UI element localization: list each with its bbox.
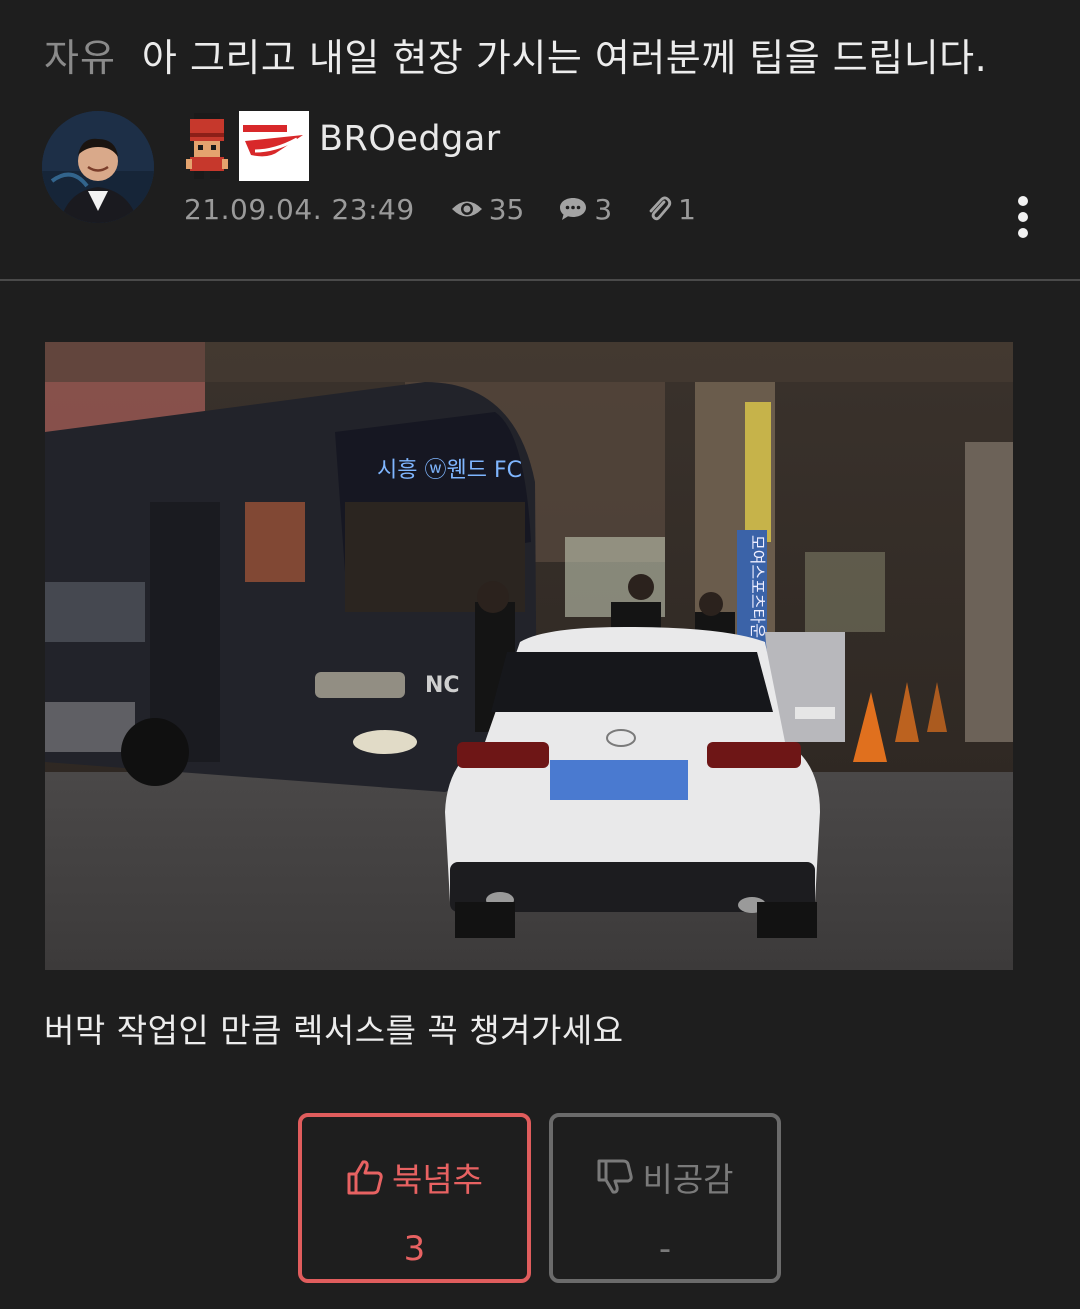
post-title: 아 그리고 내일 현장 가시는 여러분께 팁을 드립니다.: [141, 35, 988, 80]
attachment-count[interactable]: 1: [646, 193, 696, 226]
banner-text: 모여스포츠타운: [748, 535, 767, 638]
downvote-count: -: [658, 1229, 672, 1269]
downvote-label: 비공감: [642, 1160, 734, 1199]
user-level-icon: [184, 113, 230, 179]
comment-count-value: 3: [594, 192, 613, 226]
thumbs-up-icon: [347, 1160, 383, 1195]
team-badge-icon: [239, 111, 309, 181]
more-vertical-icon: [1018, 196, 1028, 206]
bus-sign-text: 시흥 ⓦ웬드 FC: [377, 458, 522, 483]
upvote-count: 3: [403, 1229, 426, 1269]
post-date: 21.09.04. 23:49: [184, 192, 415, 226]
downvote-button[interactable]: 비공감 -: [549, 1113, 781, 1283]
eye-icon: [451, 201, 482, 217]
upvote-button[interactable]: 북념추 3: [298, 1113, 531, 1283]
author-avatar[interactable]: [42, 111, 154, 223]
header-divider: [0, 279, 1080, 281]
comment-count[interactable]: 3: [558, 193, 612, 226]
view-count-value: 35: [488, 192, 525, 226]
post-category[interactable]: 자유: [44, 27, 116, 82]
author-username[interactable]: BROedgar: [319, 119, 501, 159]
thumbs-down-icon: [597, 1159, 634, 1194]
more-options-button[interactable]: [1008, 196, 1038, 238]
post-meta: 21.09.04. 23:49 35 3 1: [184, 188, 730, 230]
upvote-label: 북념추: [391, 1160, 484, 1199]
post-body-text: 버막 작업인 만큼 렉서스를 꼭 챙겨가세요: [44, 1011, 624, 1050]
post-title-row: 자유 아 그리고 내일 현장 가시는 여러분께 팁을 드립니다.: [44, 28, 1050, 80]
view-count: 35: [451, 192, 525, 226]
post-image[interactable]: 모여스포츠타운 시흥 ⓦ웬드 FC NC: [45, 342, 1013, 970]
paperclip-icon: [649, 196, 672, 221]
svg-text:NC: NC: [425, 673, 460, 698]
comment-icon: [560, 198, 587, 220]
attachment-count-value: 1: [678, 192, 696, 226]
